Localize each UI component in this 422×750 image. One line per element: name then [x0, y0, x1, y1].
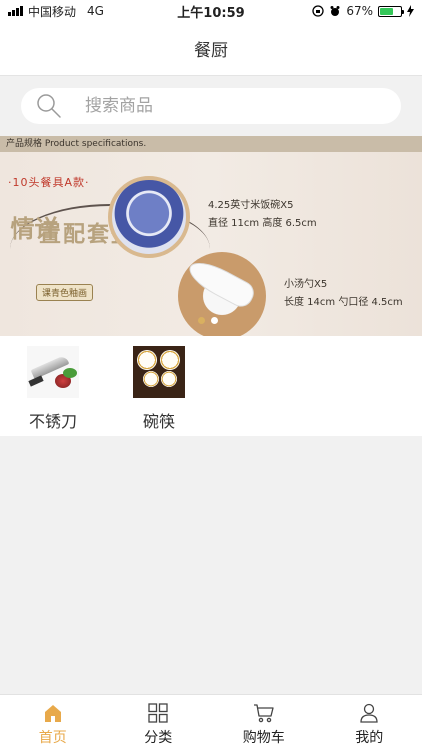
- search-area: [0, 76, 422, 136]
- carrier-label: 中国移动: [28, 4, 77, 19]
- banner-stamp: 课青色釉画: [36, 284, 94, 301]
- signal-icon: [8, 6, 23, 16]
- grid-icon: [148, 703, 168, 723]
- banner-carousel[interactable]: 产品规格 Product specifications. ·10头餐具A款· 详…: [0, 136, 422, 336]
- search-icon: [37, 94, 61, 118]
- orientation-lock-icon: [312, 5, 324, 17]
- carousel-dot-2[interactable]: [211, 317, 218, 324]
- page-title: 餐厨: [194, 41, 228, 61]
- alarm-icon: [330, 6, 340, 16]
- cart-icon: [253, 704, 274, 723]
- spec-spoon: 小汤勺X5 长度 14cm 勺口径 4.5cm: [284, 276, 403, 312]
- category-item-tableware[interactable]: 碗筷: [106, 336, 212, 436]
- tab-label: 分类: [144, 730, 173, 746]
- knife-product-image: [27, 346, 79, 398]
- bowl-image: [108, 176, 190, 258]
- home-icon: [44, 705, 61, 722]
- category-item-knife[interactable]: 不锈刀: [0, 336, 106, 436]
- banner-image[interactable]: ·10头餐具A款· 详情 整套配置 课青色釉画 4.25英寸米饭碗X5 直径 1…: [0, 152, 422, 336]
- status-left: 中国移动 4G: [8, 3, 104, 20]
- banner-header: 产品规格 Product specifications.: [0, 136, 422, 152]
- category-label: 碗筷: [142, 412, 175, 431]
- charging-icon: [407, 5, 414, 17]
- battery-percent: 67%: [346, 4, 373, 18]
- spec-bowl-name: 4.25英寸米饭碗X5: [208, 200, 294, 211]
- search-input[interactable]: [85, 96, 365, 116]
- battery-icon: [378, 5, 404, 17]
- spec-bowl: 4.25英寸米饭碗X5 直径 11cm 高度 6.5cm: [208, 197, 317, 233]
- status-right: 67%: [312, 4, 414, 18]
- spec-bowl-dims: 直径 11cm 高度 6.5cm: [208, 218, 317, 229]
- search-box[interactable]: [21, 88, 401, 124]
- banner-tag: ·10头餐具A款·: [8, 176, 90, 189]
- spec-spoon-name: 小汤勺X5: [284, 279, 328, 290]
- carousel-dot-1[interactable]: [198, 317, 205, 324]
- user-icon: [360, 703, 378, 723]
- spec-spoon-dims: 长度 14cm 勺口径 4.5cm: [284, 297, 403, 308]
- tab-home[interactable]: 首页: [0, 695, 106, 750]
- tab-category[interactable]: 分类: [106, 695, 212, 750]
- tab-mine[interactable]: 我的: [317, 695, 422, 750]
- status-bar: 中国移动 4G 上午10:59 67%: [0, 0, 422, 22]
- tab-cart[interactable]: 购物车: [211, 695, 317, 750]
- tableware-set-image: [133, 346, 185, 398]
- nav-bar: 餐厨: [0, 22, 422, 76]
- category-grid: 不锈刀 碗筷: [0, 336, 422, 436]
- tab-bar: 首页 分类 购物车 我的: [0, 694, 422, 750]
- network-label: 4G: [87, 4, 104, 18]
- carousel-indicator: [198, 317, 218, 324]
- tab-label: 购物车: [242, 730, 285, 746]
- category-label: 不锈刀: [28, 412, 77, 431]
- tab-label: 首页: [38, 730, 67, 746]
- tab-label: 我的: [355, 730, 384, 746]
